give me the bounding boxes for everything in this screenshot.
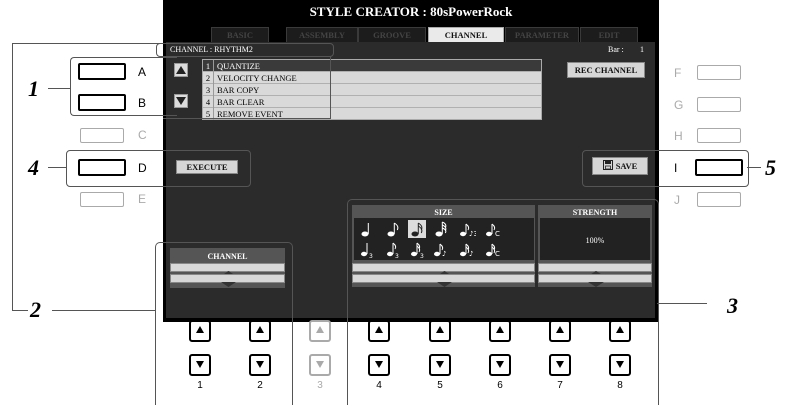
down-button-4[interactable] — [368, 354, 390, 376]
button-f[interactable] — [697, 65, 741, 80]
column-number-1: 1 — [197, 380, 203, 391]
callout-2-bracket — [155, 242, 293, 405]
button-b[interactable] — [78, 94, 126, 111]
callout-3: 3 — [727, 293, 738, 318]
edit-menu-list: 1 QUANTIZE 2 VELOCITY CHANGE 3 BAR COPY 4 BA… — [202, 59, 542, 120]
button-d[interactable] — [78, 159, 126, 176]
callout-1-list-line — [163, 118, 331, 119]
channel-label-outline — [156, 43, 334, 57]
list-item[interactable]: 4 BAR CLEAR — [203, 96, 541, 108]
callout-2-left-line — [12, 43, 13, 311]
button-j[interactable] — [697, 192, 741, 207]
button-a[interactable] — [78, 63, 126, 80]
down-arrow-icon — [436, 361, 444, 368]
up-button-7[interactable] — [549, 320, 571, 342]
callout-5-line — [747, 167, 761, 168]
up-arrow-icon — [616, 326, 624, 333]
down-button-2[interactable] — [249, 354, 271, 376]
down-button-8[interactable] — [609, 354, 631, 376]
up-button-6[interactable] — [489, 320, 511, 342]
down-arrow-icon — [556, 361, 564, 368]
callout-2-bottom-line — [12, 310, 28, 311]
callout-1-list-edge — [330, 56, 331, 119]
callout-5: 5 — [765, 155, 776, 180]
column-number-4: 4 — [376, 380, 382, 391]
callout-1-tick — [166, 57, 176, 58]
button-g-label: G — [674, 98, 684, 112]
button-e[interactable] — [80, 192, 124, 207]
down-button-7[interactable] — [549, 354, 571, 376]
up-arrow-icon — [496, 326, 504, 333]
column-number-5: 5 — [437, 380, 443, 391]
list-item[interactable]: 1 QUANTIZE — [203, 60, 541, 72]
button-h[interactable] — [697, 128, 741, 143]
up-arrow-icon — [256, 326, 264, 333]
callout-2-bottom-line-2 — [52, 310, 156, 311]
up-button-3[interactable] — [309, 320, 331, 342]
column-number-7: 7 — [557, 380, 563, 391]
list-item[interactable]: 2 VELOCITY CHANGE — [203, 72, 541, 84]
rec-channel-button[interactable]: REC CHANNEL — [567, 62, 645, 78]
callout-1-line — [48, 88, 70, 89]
button-b-label: B — [138, 96, 147, 110]
button-j-label: J — [674, 193, 680, 207]
bar-value: 1 — [640, 45, 644, 54]
up-arrow-icon — [316, 326, 324, 333]
callout-1: 1 — [28, 76, 39, 101]
callout-4: 4 — [28, 155, 39, 180]
button-g[interactable] — [697, 97, 741, 112]
down-arrow-icon — [196, 361, 204, 368]
column-number-6: 6 — [497, 380, 503, 391]
up-button-1[interactable] — [189, 320, 211, 342]
down-arrow-icon — [256, 361, 264, 368]
down-arrow-icon — [316, 361, 324, 368]
down-arrow-icon — [375, 361, 383, 368]
button-i[interactable] — [695, 159, 743, 176]
up-arrow-icon — [196, 326, 204, 333]
button-e-label: E — [138, 192, 147, 206]
screen-title: STYLE CREATOR : 80sPowerRock — [309, 4, 513, 19]
button-f-label: F — [674, 66, 682, 80]
down-arrow-icon — [616, 361, 624, 368]
up-arrow-icon — [436, 326, 444, 333]
down-button-1[interactable] — [189, 354, 211, 376]
column-number-3: 3 — [317, 380, 323, 391]
button-c[interactable] — [80, 128, 124, 143]
callout-3-line — [657, 303, 707, 304]
down-button-5[interactable] — [429, 354, 451, 376]
column-number-2: 2 — [257, 380, 263, 391]
list-item[interactable]: 3 BAR COPY — [203, 84, 541, 96]
button-i-label: I — [674, 161, 678, 175]
down-button-6[interactable] — [489, 354, 511, 376]
button-a-label: A — [138, 65, 147, 79]
callout-2-top-line — [12, 43, 166, 44]
up-button-5[interactable] — [429, 320, 451, 342]
up-button-4[interactable] — [368, 320, 390, 342]
button-h-label: H — [674, 129, 683, 143]
up-button-2[interactable] — [249, 320, 271, 342]
down-button-3[interactable] — [309, 354, 331, 376]
callout-4-line — [48, 167, 66, 168]
button-c-label: C — [138, 128, 147, 142]
callout-2: 2 — [30, 297, 41, 322]
bar-label: Bar : — [608, 45, 624, 54]
up-arrow-icon — [375, 326, 383, 333]
up-button-8[interactable] — [609, 320, 631, 342]
down-arrow-icon — [496, 361, 504, 368]
column-number-8: 8 — [617, 380, 623, 391]
up-arrow-icon — [556, 326, 564, 333]
button-d-label: D — [138, 161, 147, 175]
